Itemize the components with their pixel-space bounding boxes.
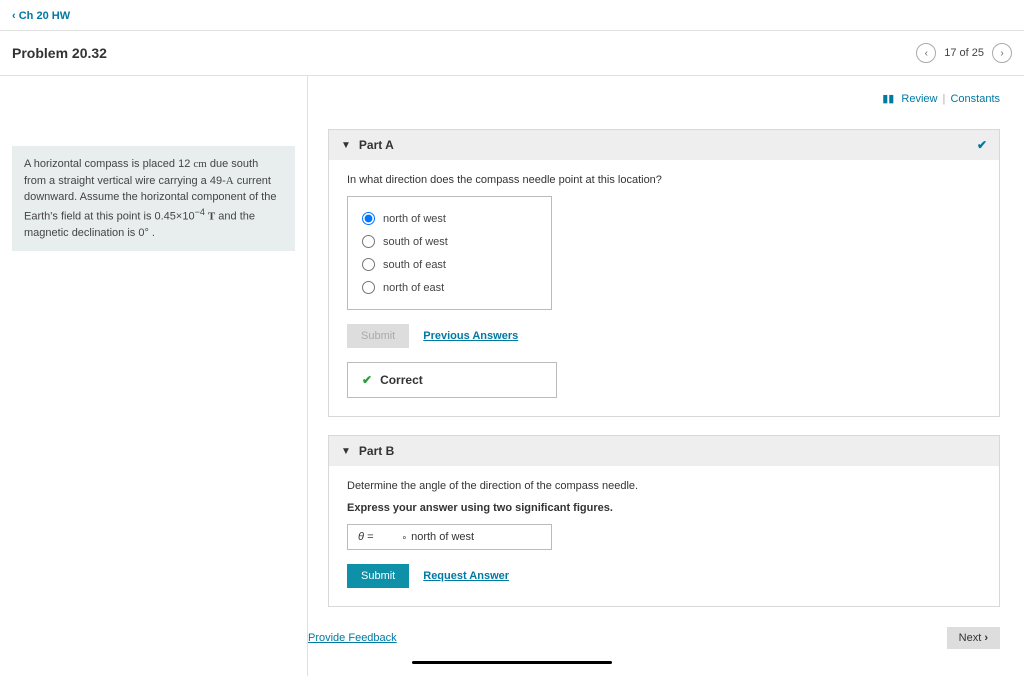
- answer-input-box[interactable]: θ = ∘ north of west: [347, 524, 552, 550]
- part-b-instruction: Express your answer using two significan…: [347, 502, 981, 514]
- problem-counter: 17 of 25: [944, 47, 984, 59]
- separator: |: [943, 93, 946, 105]
- option-south-of-west[interactable]: south of west: [362, 230, 537, 253]
- option-north-of-west[interactable]: north of west: [362, 207, 537, 230]
- part-b-question: Determine the angle of the direction of …: [347, 480, 981, 492]
- caret-down-icon: ▼: [341, 446, 351, 457]
- problem-statement: A horizontal compass is placed 12 cm due…: [12, 146, 295, 251]
- back-link[interactable]: Ch 20 HW: [12, 10, 70, 22]
- part-a: ▼ Part A ✔ In what direction does the co…: [328, 129, 1000, 417]
- constants-link[interactable]: Constants: [950, 93, 1000, 105]
- submit-b-button[interactable]: Submit: [347, 564, 409, 588]
- feedback-correct: ✔ Correct: [347, 362, 557, 398]
- prev-problem-button[interactable]: ‹: [916, 43, 936, 63]
- review-icon: ▮▮: [882, 93, 894, 105]
- review-link[interactable]: Review: [901, 93, 937, 105]
- problem-title: Problem 20.32: [12, 45, 107, 61]
- options-box: north of west south of west south of eas…: [347, 196, 552, 310]
- theta-label: θ =: [358, 531, 373, 543]
- part-a-question: In what direction does the compass needl…: [347, 174, 981, 186]
- part-b: ▼ Part B Determine the angle of the dire…: [328, 435, 1000, 607]
- caret-down-icon: ▼: [341, 140, 351, 151]
- problem-nav: ‹ 17 of 25 ›: [916, 43, 1012, 63]
- unit-suffix: north of west: [411, 531, 474, 543]
- previous-answers-link[interactable]: Previous Answers: [423, 330, 518, 342]
- next-problem-button[interactable]: ›: [992, 43, 1012, 63]
- feedback-text: Correct: [380, 373, 423, 387]
- part-a-header[interactable]: ▼ Part A ✔: [329, 130, 999, 160]
- part-b-title: Part B: [359, 444, 394, 458]
- option-north-of-east[interactable]: north of east: [362, 276, 537, 299]
- option-south-of-east[interactable]: south of east: [362, 253, 537, 276]
- request-answer-link[interactable]: Request Answer: [423, 570, 509, 582]
- provide-feedback-link[interactable]: Provide Feedback: [308, 632, 397, 644]
- angle-input[interactable]: [377, 531, 397, 543]
- submit-a-button: Submit: [347, 324, 409, 348]
- check-icon: ✔: [362, 373, 372, 387]
- degree-symbol: ∘: [401, 532, 407, 543]
- part-a-title: Part A: [359, 138, 394, 152]
- part-b-header[interactable]: ▼ Part B: [329, 436, 999, 466]
- home-indicator: [412, 661, 612, 664]
- next-button[interactable]: Next: [947, 627, 1000, 649]
- check-icon: ✔: [977, 138, 987, 152]
